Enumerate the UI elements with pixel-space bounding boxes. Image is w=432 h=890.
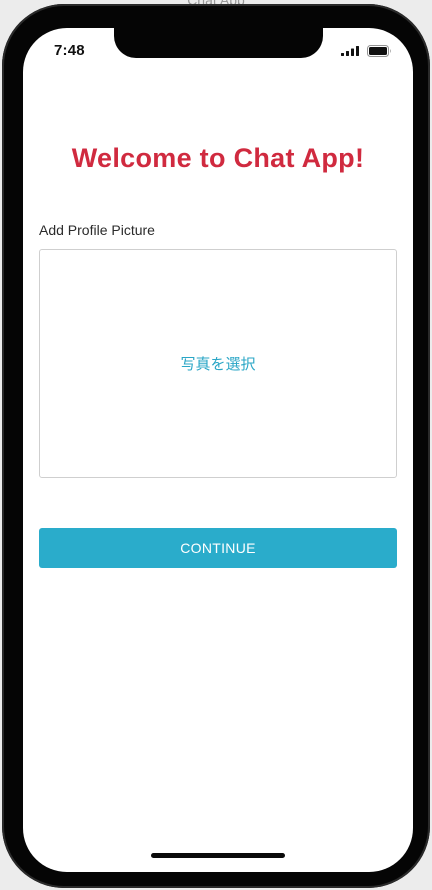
signal-icon (341, 46, 359, 56)
profile-picture-dropzone[interactable]: 写真を選択 (39, 249, 397, 478)
status-time: 7:48 (54, 42, 85, 59)
select-photo-link[interactable]: 写真を選択 (40, 353, 396, 374)
profile-picture-label: Add Profile Picture (39, 222, 155, 238)
continue-button[interactable]: CONTINUE (39, 528, 397, 568)
page-title: Welcome to Chat App! (71, 143, 365, 173)
app-screen: 7:48 Welcome to Chat App! Add Profile Pi… (23, 28, 413, 872)
home-indicator (151, 853, 285, 858)
phone-frame: 7:48 Welcome to Chat App! Add Profile Pi… (2, 4, 430, 888)
battery-icon (367, 45, 391, 57)
notch (114, 28, 323, 58)
